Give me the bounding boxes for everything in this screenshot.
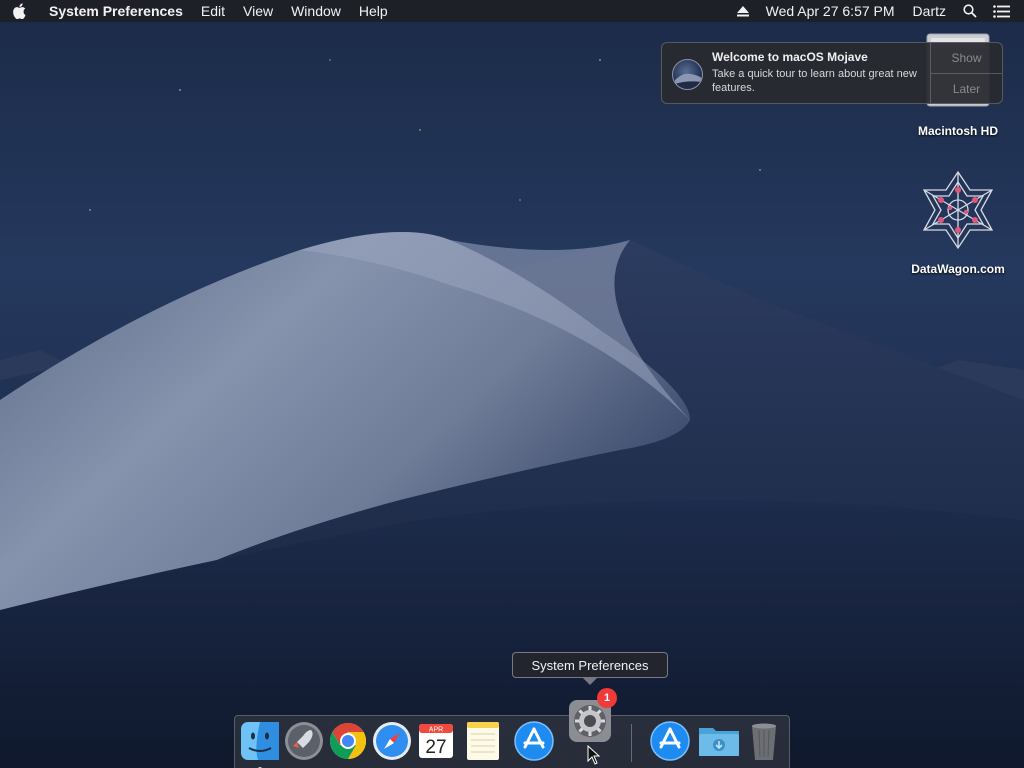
notification-actions: Show Later [930,43,1002,103]
dock-item-launchpad[interactable] [283,720,325,762]
mouse-cursor [587,745,601,765]
menu-clock[interactable]: Wed Apr 27 6:57 PM [757,0,904,22]
menu-app-name[interactable]: System Preferences [40,0,192,22]
dock-separator [631,724,632,762]
menu-help[interactable]: Help [350,0,397,22]
notification-later-button[interactable]: Later [931,73,1002,103]
calendar-day: 27 [425,737,446,758]
calendar-month: APR [429,727,443,734]
menu-view[interactable]: View [234,0,282,22]
datawagon-logo-icon [922,170,994,250]
dock-item-safari[interactable] [371,720,413,762]
safari-icon [373,722,411,760]
apple-icon[interactable] [0,0,40,22]
notification-center-icon[interactable] [985,0,1024,22]
notification-show-button[interactable]: Show [931,43,1002,73]
dock-item-trash[interactable] [743,720,785,762]
dock: APR 27 1 [234,688,790,768]
spotlight-search-icon[interactable] [955,0,985,22]
trash-icon [752,723,776,760]
dock-item-finder[interactable] [239,720,281,768]
downloads-folder-icon [699,728,739,756]
app-store-icon [650,721,690,761]
dock-item-app-store-downloads[interactable] [649,720,691,762]
dock-item-downloads[interactable] [697,720,739,762]
menu-edit[interactable]: Edit [192,0,234,22]
menu-bar: System Preferences Edit View Window Help… [0,0,1024,22]
chrome-icon [329,723,367,759]
app-store-icon [514,721,554,761]
macos-mojave-icon [672,59,703,90]
eject-icon[interactable] [729,0,757,22]
launchpad-icon [285,722,323,760]
finder-icon [241,722,279,760]
calendar-icon: APR 27 [419,724,453,758]
dock-item-notes[interactable] [462,720,504,762]
notes-icon [467,722,499,760]
dock-item-system-preferences[interactable]: 1 [567,688,617,744]
menu-window[interactable]: Window [282,0,350,22]
notification-banner[interactable]: Welcome to macOS Mojave Take a quick tou… [661,42,1003,104]
desktop-icon-label: Macintosh HD [917,124,998,138]
dock-item-chrome[interactable] [327,720,369,762]
dock-item-calendar[interactable]: APR 27 [415,720,457,762]
notification-title: Welcome to macOS Mojave [712,50,868,64]
desktop-icon-datawagon[interactable]: DataWagon.com [898,168,1018,276]
notification-body: Take a quick tour to learn about great n… [712,68,917,94]
dock-item-app-store[interactable] [513,720,555,762]
desktop-icon-label: DataWagon.com [911,262,1005,276]
dock-tooltip: System Preferences [512,652,668,685]
notification-badge: 1 [597,688,617,708]
menu-user[interactable]: Dartz [904,0,955,22]
